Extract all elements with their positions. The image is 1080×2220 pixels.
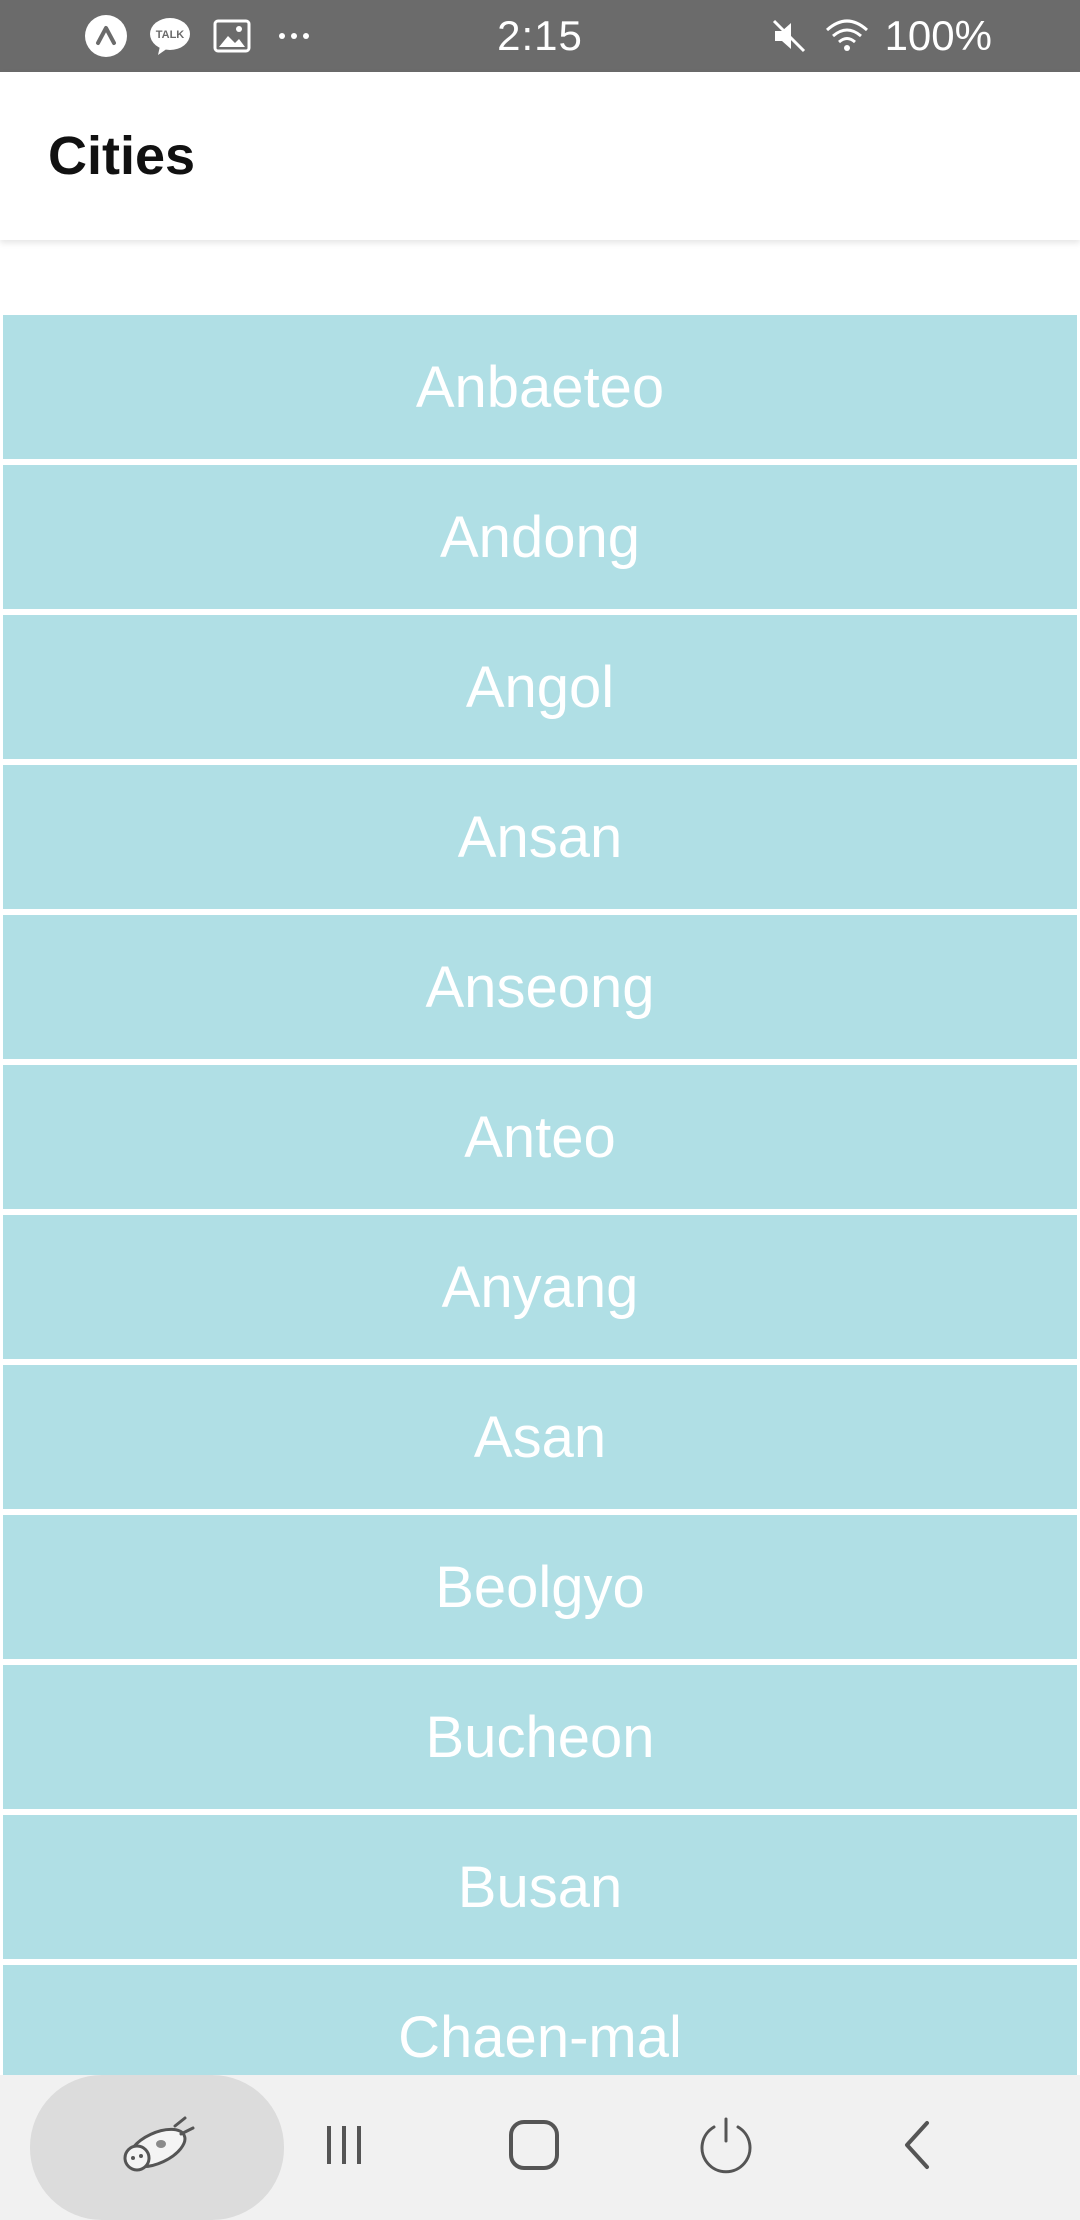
city-list-item[interactable]: Bucheon — [3, 1665, 1077, 1809]
recent-apps-button[interactable] — [284, 2075, 404, 2220]
city-list-item[interactable]: Beolgyo — [3, 1515, 1077, 1659]
city-list-item[interactable]: Anteo — [3, 1065, 1077, 1209]
city-list: Anbaeteo Andong Angol Ansan Anseong Anteo Anya… — [3, 315, 1077, 2115]
city-list-item[interactable]: Andong — [3, 465, 1077, 609]
home-icon — [507, 2118, 561, 2177]
pet-icon — [115, 2112, 199, 2183]
status-bar: TALK 2:15 100% — [0, 0, 1080, 72]
navigation-bar — [0, 2075, 1080, 2220]
back-button[interactable] — [857, 2075, 977, 2220]
pet-button[interactable] — [30, 2075, 284, 2220]
city-list-item[interactable]: Asan — [3, 1365, 1077, 1509]
city-list-item[interactable]: Anbaeteo — [3, 315, 1077, 459]
screen: TALK 2:15 100% Cities Anbaeteo Andong An… — [0, 0, 1080, 2220]
power-icon — [696, 2115, 756, 2180]
city-list-item[interactable]: Anseong — [3, 915, 1077, 1059]
recent-apps-icon — [319, 2120, 369, 2175]
wifi-icon — [823, 16, 871, 56]
city-list-item[interactable]: Busan — [3, 1815, 1077, 1959]
power-button[interactable] — [666, 2075, 786, 2220]
app-bar: Cities — [0, 72, 1080, 240]
home-button[interactable] — [474, 2075, 594, 2220]
status-right-icons: 100% — [769, 0, 992, 72]
city-list-item[interactable]: Anyang — [3, 1215, 1077, 1359]
battery-percentage: 100% — [884, 12, 992, 59]
mute-icon — [769, 16, 809, 56]
city-list-item[interactable]: Angol — [3, 615, 1077, 759]
back-icon — [897, 2117, 937, 2178]
page-title: Cities — [48, 126, 196, 186]
city-list-item[interactable]: Ansan — [3, 765, 1077, 909]
